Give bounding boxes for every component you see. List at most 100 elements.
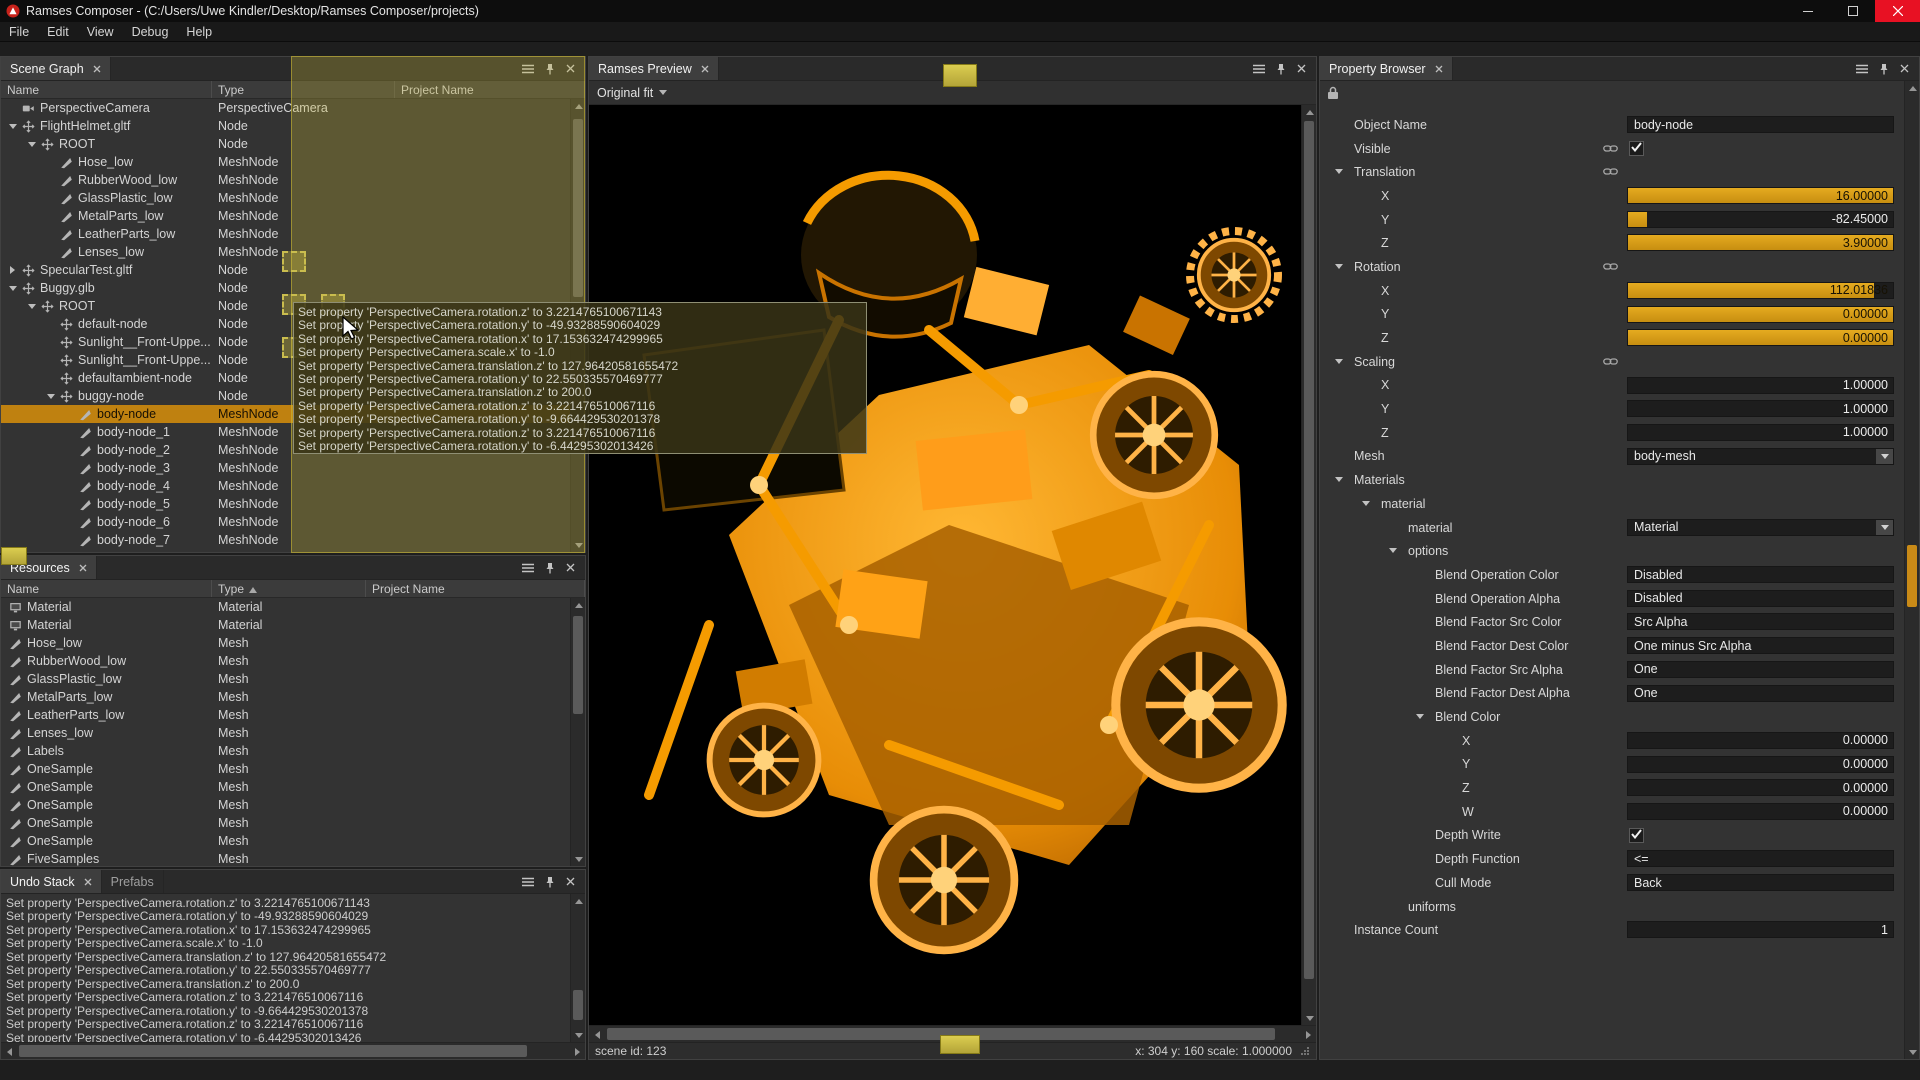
pin-icon[interactable] [1879, 63, 1889, 75]
value-slider[interactable]: 1.00000 [1627, 400, 1894, 417]
scroll-down-icon[interactable] [571, 1028, 586, 1042]
scroll-down-icon[interactable] [571, 852, 586, 866]
resource-row-material[interactable]: MaterialMaterial [1, 598, 585, 616]
value-field[interactable]: One minus Src Alpha [1627, 637, 1894, 654]
undo-entry[interactable]: Set property 'PerspectiveCamera.rotation… [1, 1032, 570, 1042]
scroll-up-icon[interactable] [1302, 105, 1317, 119]
scroll-up-icon[interactable] [1905, 81, 1920, 95]
value-slider[interactable]: 0.00000 [1627, 756, 1894, 773]
value-slider[interactable]: 0.00000 [1627, 306, 1894, 323]
tab-close-icon[interactable] [79, 564, 87, 572]
resource-row-rubberwood-low[interactable]: RubberWood_lowMesh [1, 652, 585, 670]
pin-icon[interactable] [545, 876, 555, 888]
panel-menu-icon[interactable] [1253, 64, 1265, 74]
undo-entry[interactable]: Set property 'PerspectiveCamera.rotation… [1, 991, 570, 1004]
tab-close-icon[interactable] [1435, 65, 1443, 73]
undo-entry[interactable]: Set property 'PerspectiveCamera.rotation… [1, 1018, 570, 1031]
scrollbar-thumb[interactable] [1907, 545, 1917, 607]
preview-viewport[interactable] [589, 105, 1302, 1027]
panel-menu-icon[interactable] [1856, 64, 1868, 74]
tab-ramses-preview[interactable]: Ramses Preview [589, 57, 719, 80]
undo-entry[interactable]: Set property 'PerspectiveCamera.rotation… [1, 964, 570, 977]
value-slider[interactable]: 1.00000 [1627, 377, 1894, 394]
expand-arrow-icon[interactable] [1335, 169, 1343, 178]
expand-arrow-icon[interactable] [43, 387, 58, 405]
undo-hscrollbar[interactable] [1, 1042, 585, 1059]
scrollbar-thumb[interactable] [19, 1045, 527, 1057]
value-slider[interactable]: 0.00000 [1627, 803, 1894, 820]
dropdown[interactable]: Material [1627, 519, 1894, 536]
value-field[interactable]: Src Alpha [1627, 613, 1894, 630]
expand-arrow-icon[interactable] [1416, 714, 1424, 723]
link-icon[interactable] [1603, 357, 1618, 366]
link-icon[interactable] [1603, 144, 1618, 153]
panel-menu-icon[interactable] [522, 877, 534, 887]
column-header-name[interactable]: Name [1, 81, 212, 98]
scroll-left-icon[interactable] [1, 1043, 17, 1060]
scroll-down-icon[interactable] [1905, 1045, 1920, 1059]
tab-close-icon[interactable] [93, 65, 101, 73]
value-field[interactable]: Disabled [1627, 566, 1894, 583]
resource-row-hose-low[interactable]: Hose_lowMesh [1, 634, 585, 652]
resource-row-onesample[interactable]: OneSampleMesh [1, 814, 585, 832]
value-slider[interactable]: 1.00000 [1627, 424, 1894, 441]
pin-icon[interactable] [545, 562, 555, 574]
tab-prefabs[interactable]: Prefabs [102, 870, 164, 893]
dropdown[interactable]: body-mesh [1627, 448, 1894, 465]
scroll-right-icon[interactable] [1300, 1026, 1316, 1043]
expand-arrow-icon[interactable] [1389, 548, 1397, 557]
value-slider[interactable]: 16.00000 [1627, 187, 1894, 204]
scroll-up-icon[interactable] [571, 598, 586, 612]
menu-item-edit[interactable]: Edit [38, 22, 78, 41]
resource-row-leatherparts-low[interactable]: LeatherParts_lowMesh [1, 706, 585, 724]
tab-undo-stack[interactable]: Undo Stack [1, 870, 102, 893]
value-field[interactable]: <= [1627, 850, 1894, 867]
resource-row-onesample[interactable]: OneSampleMesh [1, 778, 585, 796]
menu-item-help[interactable]: Help [177, 22, 221, 41]
panel-close-icon[interactable] [1900, 64, 1909, 73]
panel-close-icon[interactable] [566, 877, 575, 886]
undo-entry[interactable]: Set property 'PerspectiveCamera.translat… [1, 978, 570, 991]
expand-arrow-icon[interactable] [1335, 359, 1343, 368]
scrollbar-thumb[interactable] [573, 990, 583, 1020]
undo-entry[interactable]: Set property 'PerspectiveCamera.scale.x'… [1, 937, 570, 950]
value-slider[interactable]: 1 [1627, 921, 1894, 938]
value-slider[interactable]: 0.00000 [1627, 732, 1894, 749]
tab-close-icon[interactable] [84, 878, 92, 886]
preview-vscrollbar[interactable] [1301, 105, 1316, 1025]
undo-entry[interactable]: Set property 'PerspectiveCamera.rotation… [1, 1005, 570, 1018]
column-header-type[interactable]: Type [212, 580, 366, 597]
undo-entry[interactable]: Set property 'PerspectiveCamera.rotation… [1, 924, 570, 937]
undo-entry[interactable]: Set property 'PerspectiveCamera.rotation… [1, 910, 570, 923]
fit-mode-select[interactable]: Original fit [597, 86, 653, 100]
minimize-button[interactable] [1785, 0, 1830, 22]
checkbox[interactable] [1629, 828, 1644, 843]
value-field[interactable]: One [1627, 685, 1894, 702]
tab-property-browser[interactable]: Property Browser [1320, 57, 1453, 80]
tab-close-icon[interactable] [701, 65, 709, 73]
undo-entry[interactable]: Set property 'PerspectiveCamera.translat… [1, 951, 570, 964]
undo-entry[interactable]: Set property 'PerspectiveCamera.rotation… [1, 897, 570, 910]
undo-vscrollbar[interactable] [570, 894, 585, 1042]
scrollbar-thumb[interactable] [573, 616, 583, 714]
resource-row-lenses-low[interactable]: Lenses_lowMesh [1, 724, 585, 742]
menu-item-view[interactable]: View [78, 22, 123, 41]
menu-item-debug[interactable]: Debug [123, 22, 178, 41]
value-slider[interactable]: 0.00000 [1627, 779, 1894, 796]
column-header-name[interactable]: Name [1, 580, 212, 597]
value-slider[interactable]: 112.01836 [1627, 282, 1894, 299]
panel-menu-icon[interactable] [522, 563, 534, 573]
link-icon[interactable] [1603, 262, 1618, 271]
expand-arrow-icon[interactable] [5, 279, 20, 297]
chevron-down-icon[interactable] [1876, 520, 1893, 535]
menu-item-file[interactable]: File [0, 22, 38, 41]
scroll-up-icon[interactable] [571, 894, 586, 908]
expand-arrow-icon[interactable] [5, 117, 20, 135]
value-field[interactable]: Back [1627, 874, 1894, 891]
resource-row-labels[interactable]: LabelsMesh [1, 742, 585, 760]
expand-arrow-icon[interactable] [1362, 501, 1370, 510]
chevron-down-icon[interactable] [1876, 449, 1893, 464]
value-slider[interactable]: 0.00000 [1627, 329, 1894, 346]
maximize-button[interactable] [1830, 0, 1875, 22]
expand-arrow-icon[interactable] [1335, 477, 1343, 486]
